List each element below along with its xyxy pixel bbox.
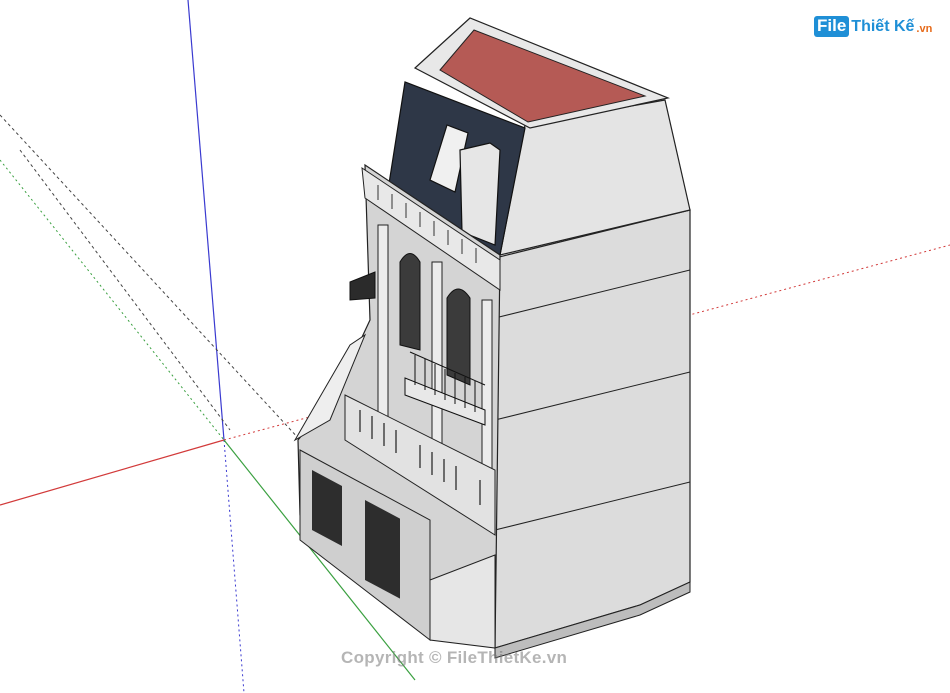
logo-mark: File	[814, 16, 850, 37]
guide-dashed-1	[0, 114, 301, 441]
sketchup-viewport[interactable]: File Thiết Kế .vn Copyright © FileThietK…	[0, 0, 950, 693]
model-scene[interactable]	[0, 0, 950, 693]
dormer-chimney	[459, 142, 501, 246]
blue-axis	[187, 0, 225, 441]
green-axis-dashed	[0, 159, 225, 441]
logo-word: Thiết Kế	[851, 17, 915, 35]
column	[377, 224, 389, 431]
red-axis	[0, 439, 225, 506]
guide-dashed-2	[19, 149, 231, 431]
file-thiet-ke-logo: File Thiết Kế .vn	[814, 16, 932, 37]
building-model[interactable]	[293, 17, 691, 659]
arched-window-right	[446, 288, 471, 386]
copyright-watermark: Copyright © FileThietKe.vn	[341, 648, 568, 667]
side-wall	[494, 209, 691, 649]
arched-window-left	[399, 253, 421, 351]
side-balcony	[349, 271, 376, 301]
logo-tld: .vn	[916, 22, 933, 35]
blue-axis-dashed	[223, 439, 245, 693]
